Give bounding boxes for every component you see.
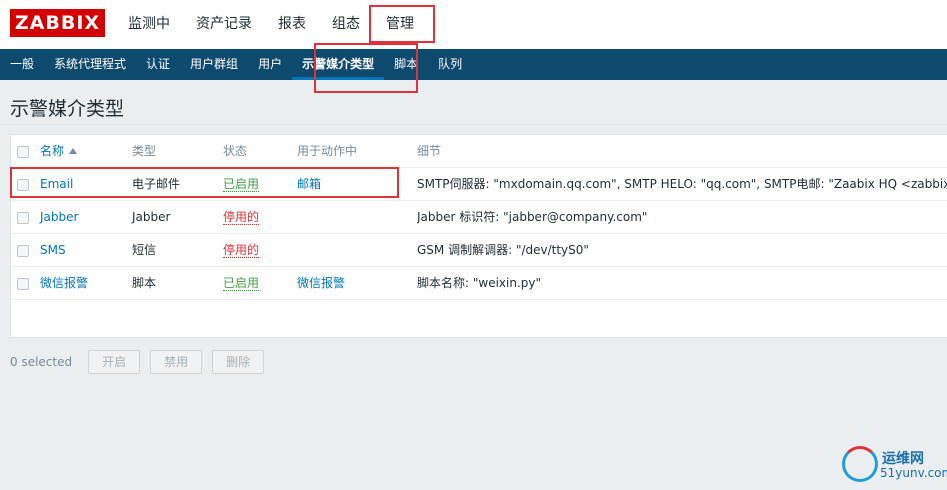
sub-menu-authentication[interactable]: 认证 <box>136 49 180 80</box>
sub-menu-users[interactable]: 用户 <box>248 49 292 80</box>
media-type-details: 脚本名称: "weixin.py" <box>417 276 542 290</box>
disable-button[interactable]: 禁用 <box>150 350 203 374</box>
watermark-url: 51yunv.com <box>880 466 947 480</box>
selected-count: 0 selected <box>10 355 73 369</box>
sort-by-name-link[interactable]: 名称 <box>40 144 64 158</box>
sub-menu-queue[interactable]: 队列 <box>428 49 472 80</box>
sub-menu-bar: 一般 系统代理程式 认证 用户群组 用户 示警媒介类型 脚本 队列 <box>0 49 947 80</box>
top-menu-monitoring[interactable]: 监测中 <box>115 0 183 49</box>
top-menu-configuration[interactable]: 组态 <box>319 0 373 49</box>
top-bar: ZABBIX 监测中 资产记录 报表 组态 管理 <box>0 0 947 49</box>
column-header-type: 类型 <box>132 144 157 158</box>
media-types-table: 名称 类型 状态 用于动作中 细节 Email 电子邮件 已启用 邮箱 SMTP… <box>10 134 947 338</box>
row-checkbox[interactable] <box>17 245 29 257</box>
status-toggle-link[interactable]: 停用的 <box>223 210 260 225</box>
table-row: SMS 短信 停用的 GSM 调制解调器: "/dev/ttyS0" <box>11 234 947 267</box>
mass-action-bar: 0 selected 开启 禁用 删除 <box>10 350 274 374</box>
zabbix-logo[interactable]: ZABBIX <box>10 9 105 37</box>
media-type-type: Jabber <box>132 210 171 224</box>
sub-menu-user-groups[interactable]: 用户群组 <box>180 49 248 80</box>
status-toggle-link[interactable]: 停用的 <box>223 243 260 258</box>
media-type-details: GSM 调制解调器: "/dev/ttyS0" <box>417 243 589 257</box>
action-link[interactable]: 微信报警 <box>297 276 345 290</box>
media-type-details: SMTP伺服器: "mxdomain.qq.com", SMTP HELO: "… <box>417 177 947 191</box>
status-toggle-link[interactable]: 已启用 <box>223 276 260 291</box>
column-header-status: 状态 <box>223 144 248 158</box>
top-menu-inventory[interactable]: 资产记录 <box>183 0 265 49</box>
enable-button[interactable]: 开启 <box>88 350 141 374</box>
media-type-type: 脚本 <box>132 276 157 290</box>
sort-ascending-icon <box>69 148 78 154</box>
column-header-name[interactable]: 名称 <box>40 135 78 168</box>
media-type-type: 短信 <box>132 243 157 257</box>
sub-menu-general[interactable]: 一般 <box>0 49 44 80</box>
media-type-name-link[interactable]: 微信报警 <box>40 276 88 290</box>
highlight-box-media-types <box>314 43 418 93</box>
table-header-row: 名称 类型 状态 用于动作中 细节 <box>11 135 947 168</box>
delete-button[interactable]: 删除 <box>212 350 265 374</box>
header-divider <box>0 124 947 125</box>
watermark-logo-icon <box>842 446 878 482</box>
column-header-details: 细节 <box>417 144 442 158</box>
sub-menu-proxies[interactable]: 系统代理程式 <box>44 49 136 80</box>
highlight-box-admin <box>369 5 435 43</box>
column-header-actions: 用于动作中 <box>297 144 358 158</box>
row-checkbox[interactable] <box>17 278 29 290</box>
select-all-checkbox[interactable] <box>17 146 29 158</box>
table-row: Jabber Jabber 停用的 Jabber 标识符: "jabber@co… <box>11 201 947 234</box>
top-menu-reports[interactable]: 报表 <box>265 0 319 49</box>
media-type-name-link[interactable]: Jabber <box>40 210 78 224</box>
page-title: 示警媒介类型 <box>10 98 125 120</box>
table-row: 微信报警 脚本 已启用 微信报警 脚本名称: "weixin.py" <box>11 267 947 300</box>
watermark: 运维网 51yunv.com <box>842 446 947 486</box>
row-checkbox[interactable] <box>17 212 29 224</box>
media-type-details: Jabber 标识符: "jabber@company.com" <box>417 210 648 224</box>
highlight-box-email-row <box>10 167 399 198</box>
watermark-text: 运维网 <box>882 451 924 467</box>
media-type-name-link[interactable]: SMS <box>40 243 66 257</box>
